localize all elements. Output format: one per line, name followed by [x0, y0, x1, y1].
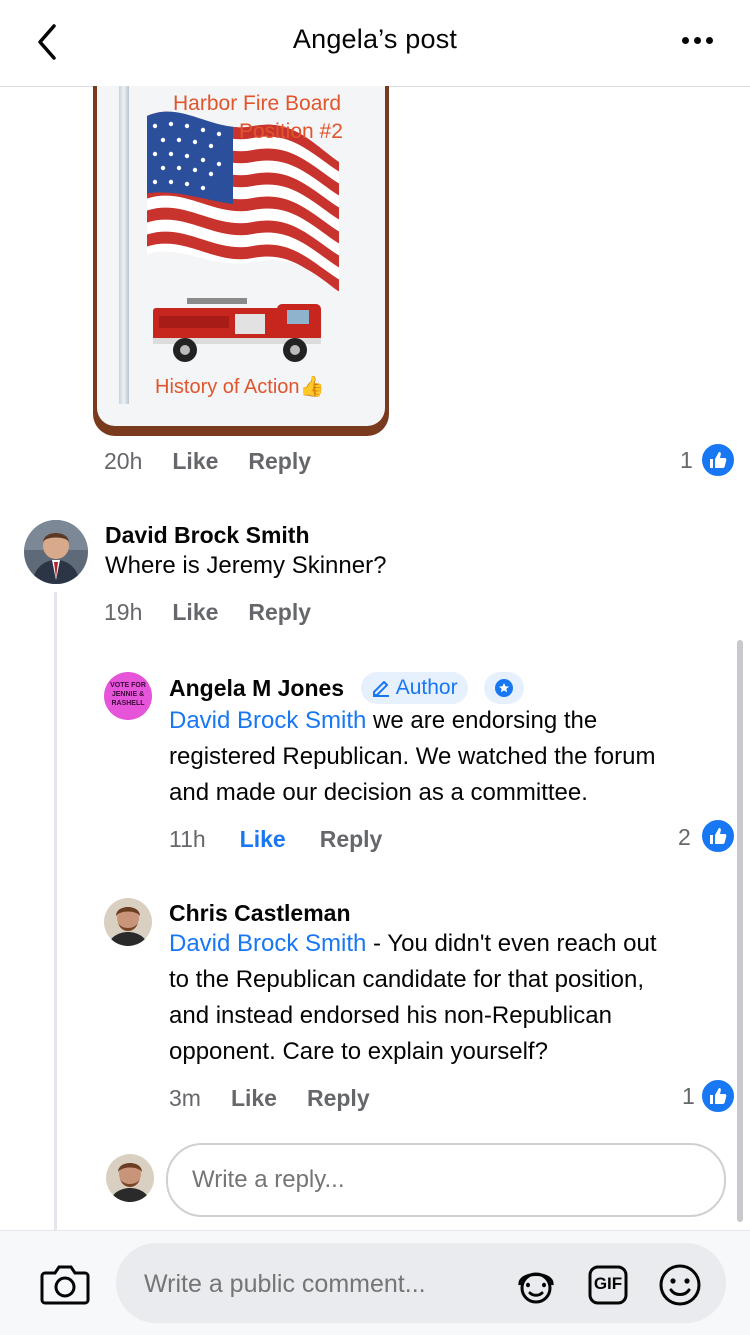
more-dots-icon [682, 37, 689, 44]
like-button[interactable]: Like [172, 599, 218, 625]
gif-button[interactable]: GIF [584, 1261, 632, 1309]
thumbs-up-icon [710, 1088, 727, 1104]
smiley-icon [659, 1264, 701, 1306]
comment-input-box[interactable]: GIF [116, 1243, 726, 1323]
like-button[interactable]: Like [231, 1085, 277, 1111]
thumbs-up-icon [710, 828, 727, 844]
thumbs-up-icon [710, 452, 727, 468]
avatar-text: VOTE FOR JENNIE & RASHELL [110, 682, 146, 707]
like-button[interactable]: Like [172, 448, 218, 474]
profile-photo-david [24, 520, 88, 584]
comment-image[interactable]: Harbor Fire Board Position #2 History of… [93, 86, 389, 436]
comment-text: Where is Jeremy Skinner? [105, 552, 387, 579]
reply-button[interactable]: Reply [248, 448, 311, 474]
reply-button[interactable]: Reply [248, 599, 311, 625]
like-count: 2 [678, 824, 691, 850]
thread-line [54, 592, 57, 1230]
comment-text: David Brock Smith - You didn't even reac… [169, 930, 657, 1065]
commenter-name[interactable]: Angela M Jones [169, 675, 344, 702]
commenter-name[interactable]: David Brock Smith [105, 522, 310, 549]
avatar[interactable] [24, 520, 88, 584]
avatar[interactable]: VOTE FOR JENNIE & RASHELL [104, 672, 152, 720]
camera-icon [40, 1265, 90, 1305]
avatar[interactable] [104, 898, 152, 946]
comment-input[interactable] [142, 1265, 506, 1303]
reply-button[interactable]: Reply [307, 1085, 370, 1111]
reply-input[interactable] [190, 1161, 694, 1199]
comment-meta: 19h Like Reply [104, 599, 311, 626]
gif-label: GIF [593, 1274, 623, 1293]
avatar-sticker-icon [518, 1272, 554, 1304]
comment-time: 19h [104, 599, 143, 625]
more-options-button[interactable] [682, 30, 722, 52]
avatar-sticker-button[interactable] [512, 1261, 560, 1309]
flag-pole [119, 86, 129, 404]
commenter-name[interactable]: Chris Castleman [169, 900, 351, 927]
sign-heading-line2: Position #2 [239, 120, 343, 143]
comment-meta: 20h Like Reply [104, 448, 311, 475]
comment-time: 3m [169, 1085, 201, 1111]
mention-link[interactable]: David Brock Smith [169, 930, 366, 957]
profile-photo-self [106, 1154, 154, 1202]
comment-time: 11h [169, 826, 206, 852]
top-contributor-badge[interactable] [484, 672, 524, 704]
camera-button[interactable] [40, 1263, 90, 1312]
like-count: 1 [682, 1083, 695, 1109]
like-button[interactable]: Like [240, 826, 286, 852]
profile-photo-chris [104, 898, 152, 946]
author-label: Author [395, 676, 458, 699]
sign-footer: History of Action👍 [155, 376, 325, 398]
author-badge: Author [361, 672, 468, 704]
mention-link[interactable]: David Brock Smith [169, 707, 366, 734]
comment-time: 20h [104, 448, 143, 474]
star-badge-icon [495, 679, 513, 697]
comment-text: David Brock Smith we are endorsing the r… [169, 707, 656, 806]
pencil-icon [373, 681, 389, 697]
page-title: Angela’s post [292, 24, 458, 54]
bottom-comment-bar: GIF [0, 1230, 750, 1335]
fire-truck-image [153, 298, 321, 362]
like-count: 1 [680, 447, 693, 473]
top-bar: Angela’s post [0, 0, 750, 87]
reply-button[interactable]: Reply [320, 826, 383, 852]
comment-meta: 3m Like Reply [169, 1085, 370, 1112]
campaign-sign: Harbor Fire Board Position #2 History of… [97, 86, 385, 426]
like-reaction-badge[interactable] [700, 1078, 736, 1114]
comment-meta: 11h Like Reply [169, 826, 382, 853]
avatar [106, 1154, 154, 1202]
sign-heading-line1: Harbor Fire Board [173, 92, 342, 115]
reply-input-box[interactable] [166, 1143, 726, 1217]
like-reaction-badge[interactable] [700, 818, 736, 854]
like-reaction-badge[interactable] [700, 442, 736, 478]
emoji-button[interactable] [656, 1261, 704, 1309]
